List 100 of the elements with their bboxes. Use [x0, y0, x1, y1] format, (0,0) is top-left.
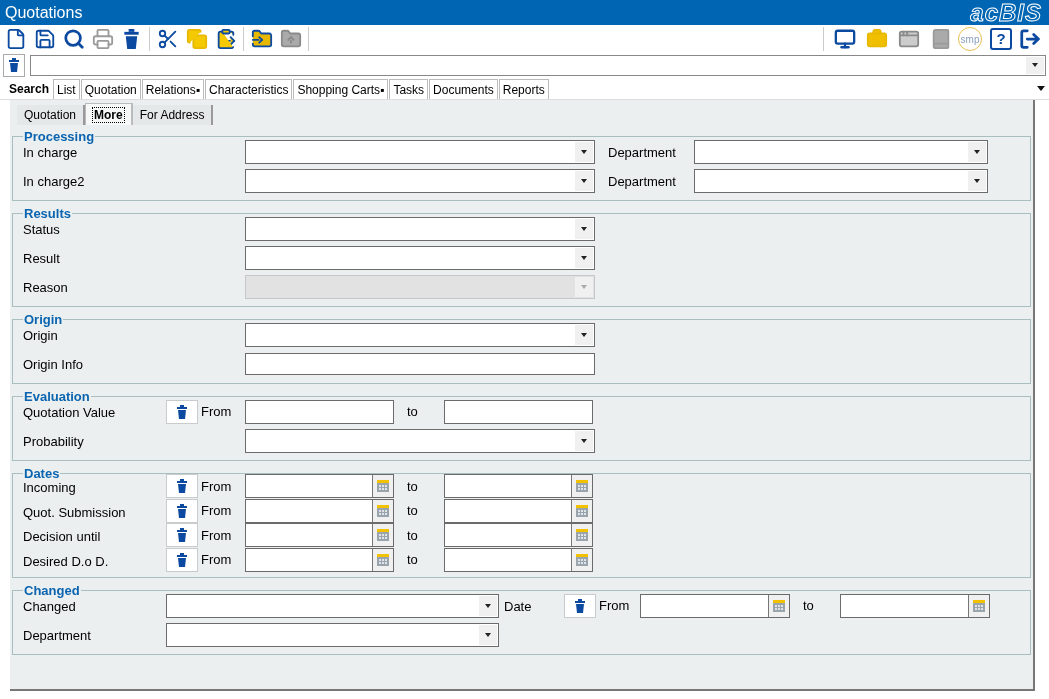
calendar-button[interactable]	[571, 524, 592, 547]
caret-icon[interactable]	[1037, 86, 1045, 91]
caret-icon	[581, 438, 587, 443]
clear-button[interactable]	[3, 53, 25, 77]
field-label: Origin Info	[23, 356, 84, 375]
clear-button[interactable]	[166, 547, 198, 572]
dropdown-button[interactable]	[575, 247, 593, 268]
calendar-icon	[773, 599, 785, 612]
date-field[interactable]	[245, 498, 394, 523]
dropdown-field[interactable]	[245, 168, 595, 193]
clear-button[interactable]	[166, 523, 198, 548]
caret-icon	[581, 332, 587, 337]
dropdown-button[interactable]	[575, 430, 593, 451]
to-label: to	[406, 526, 419, 545]
calendar-button[interactable]	[372, 475, 393, 498]
tab[interactable]: For Address	[132, 105, 214, 125]
section-title: Results	[23, 207, 72, 220]
section-title: Dates	[23, 467, 61, 480]
tab[interactable]: Relations▪	[141, 79, 205, 99]
clear-button[interactable]	[564, 593, 596, 618]
dropdown-field[interactable]	[245, 245, 595, 270]
clear-button[interactable]	[166, 498, 198, 523]
dropdown-button[interactable]	[1026, 56, 1044, 74]
tab[interactable]: Quotation	[17, 105, 86, 125]
dropdown-button[interactable]	[575, 141, 593, 162]
dropdown-field[interactable]	[245, 322, 595, 347]
section-title: Origin	[23, 313, 64, 326]
section-title: Changed	[23, 584, 81, 597]
dropdown-button[interactable]	[575, 324, 593, 345]
dropdown-field[interactable]	[166, 593, 499, 618]
date-field[interactable]	[245, 547, 394, 572]
input-field[interactable]	[245, 352, 595, 375]
dropdown-field[interactable]	[166, 622, 499, 647]
field-label: Desired D.o D.	[23, 552, 110, 571]
calendar-icon	[377, 480, 389, 493]
trash-icon	[177, 404, 187, 419]
trash-icon	[177, 552, 187, 567]
calendar-button[interactable]	[372, 548, 393, 571]
dropdown-button[interactable]	[479, 624, 497, 645]
tab[interactable]: List	[53, 79, 80, 99]
calendar-button[interactable]	[768, 594, 789, 617]
calendar-icon	[377, 553, 389, 566]
dropdown-field[interactable]	[30, 54, 1046, 76]
tab[interactable]: Shopping Carts▪	[293, 79, 389, 99]
field-label: Date	[503, 598, 533, 617]
dropdown-field[interactable]	[245, 139, 595, 164]
input-field[interactable]	[245, 399, 394, 424]
field-label: Quotation Value	[23, 404, 117, 423]
date-field[interactable]	[444, 523, 593, 548]
tab[interactable]: More	[85, 103, 133, 125]
calendar-icon	[576, 504, 588, 517]
tab[interactable]: Characteristics	[205, 79, 293, 99]
from-label: From	[200, 551, 233, 569]
from-label: From	[200, 402, 233, 421]
field-label: Quot. Submission	[23, 503, 127, 522]
from-label: From	[598, 596, 631, 615]
logo: acBIS	[970, 1, 1043, 24]
clear-button[interactable]	[166, 399, 198, 424]
dropdown-button[interactable]	[575, 170, 593, 191]
tab[interactable]: Quotation	[80, 79, 141, 99]
caret-icon	[581, 255, 587, 260]
field-label: Decision until	[23, 528, 102, 546]
dropdown-button[interactable]	[575, 218, 593, 239]
dropdown-field[interactable]	[245, 216, 595, 241]
calendar-icon	[377, 529, 389, 542]
calendar-button[interactable]	[571, 499, 592, 522]
calendar-button[interactable]	[571, 475, 592, 498]
calendar-icon	[973, 599, 985, 612]
tab[interactable]: Tasks	[389, 79, 429, 99]
dropdown-button[interactable]	[968, 170, 986, 191]
tab[interactable]: Reports	[498, 79, 549, 99]
date-field[interactable]	[444, 498, 593, 523]
dropdown-button[interactable]	[479, 595, 497, 616]
help-button[interactable]: ?	[990, 28, 1012, 50]
from-label: From	[200, 502, 233, 520]
calendar-button[interactable]	[968, 594, 989, 617]
dropdown-field[interactable]	[694, 139, 988, 164]
to-label: to	[406, 477, 419, 496]
caret-icon	[974, 178, 980, 183]
dropdown-field[interactable]	[245, 428, 595, 453]
dropdown-field[interactable]	[694, 168, 988, 193]
field-label: Reason	[23, 279, 69, 298]
field-label: Department	[607, 144, 677, 163]
calendar-button[interactable]	[571, 548, 592, 571]
date-field[interactable]	[245, 474, 394, 499]
clear-button[interactable]	[166, 474, 198, 499]
date-field[interactable]	[444, 474, 593, 499]
calendar-icon	[576, 480, 588, 493]
date-field[interactable]	[444, 547, 593, 572]
calendar-button[interactable]	[372, 524, 393, 547]
dropdown-button[interactable]	[968, 141, 986, 162]
field-label: Department	[607, 173, 677, 192]
input-field[interactable]	[444, 399, 593, 424]
date-field[interactable]	[245, 523, 394, 548]
date-field[interactable]	[640, 593, 790, 618]
date-field[interactable]	[840, 593, 990, 618]
calendar-button[interactable]	[372, 499, 393, 522]
to-label: to	[406, 402, 419, 421]
caret-icon	[581, 284, 587, 289]
tab[interactable]: Documents	[429, 79, 498, 99]
